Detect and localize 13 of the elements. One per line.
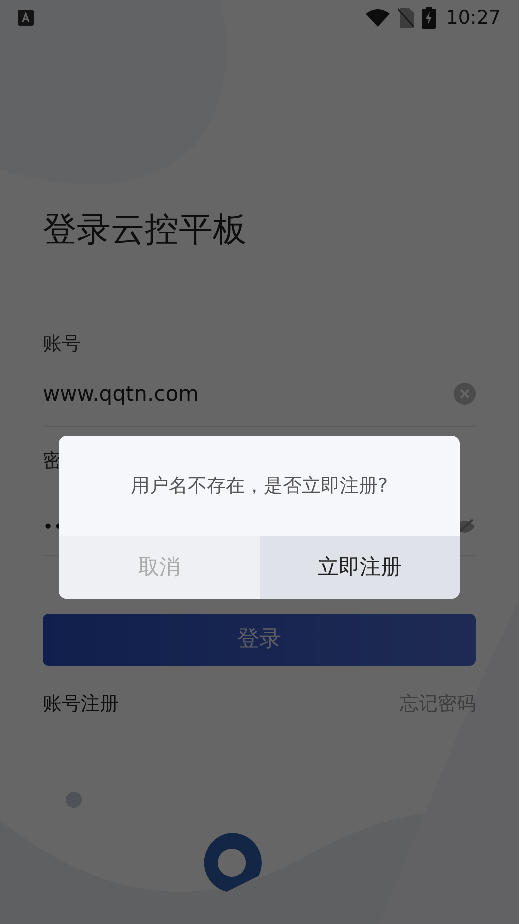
dialog-message: 用户名不存在，是否立即注册?: [130, 474, 390, 499]
account-label: 账号: [43, 332, 82, 357]
wifi-icon: [366, 9, 390, 27]
status-time: 10:27: [446, 6, 501, 31]
no-sim-icon: [398, 8, 414, 28]
dialog-button[interactable]: 立即注册: [260, 536, 460, 599]
account-field[interactable]: www.qqtn.com: [43, 378, 476, 427]
text-link[interactable]: 账号注册: [43, 690, 119, 718]
font-app-icon: [18, 10, 34, 26]
dialog-button[interactable]: 取消: [59, 536, 260, 599]
page-title: 登录云控平板: [43, 209, 248, 252]
battery-charging-icon: [422, 7, 436, 29]
login-button[interactable]: 登录: [43, 614, 476, 666]
